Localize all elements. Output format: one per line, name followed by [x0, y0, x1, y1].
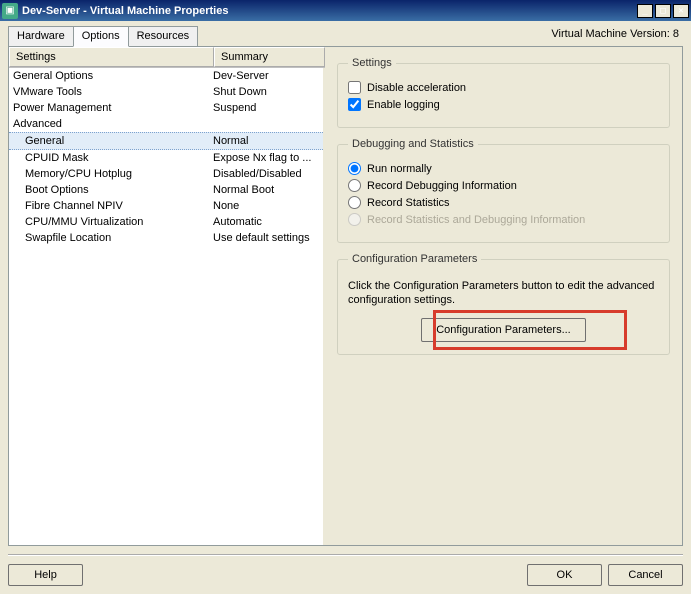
tab-resources[interactable]: Resources	[128, 26, 199, 46]
list-cell-name: General Options	[13, 70, 213, 82]
list-cell-name: VMware Tools	[13, 86, 213, 98]
enable-logging-checkbox[interactable]	[348, 98, 361, 111]
record-stats-label: Record Statistics	[367, 197, 450, 209]
list-cell-summary	[213, 118, 319, 130]
list-row[interactable]: Advanced	[9, 116, 323, 132]
detail-panel: Settings Disable acceleration Enable log…	[325, 47, 682, 545]
list-cell-summary: Shut Down	[213, 86, 319, 98]
window-title: Dev-Server - Virtual Machine Properties	[22, 5, 637, 17]
list-cell-summary: Suspend	[213, 102, 319, 114]
list-row[interactable]: Swapfile LocationUse default settings	[9, 230, 323, 246]
cancel-button[interactable]: Cancel	[608, 564, 683, 586]
list-row[interactable]: CPUID MaskExpose Nx flag to ...	[9, 150, 323, 166]
record-debug-label: Record Debugging Information	[367, 180, 517, 192]
enable-logging-label: Enable logging	[367, 99, 440, 111]
list-cell-name: CPU/MMU Virtualization	[25, 216, 213, 228]
list-cell-name: Fibre Channel NPIV	[25, 200, 213, 212]
list-cell-name: CPUID Mask	[25, 152, 213, 164]
record-both-label: Record Statistics and Debugging Informat…	[367, 214, 585, 226]
settings-legend: Settings	[348, 57, 396, 69]
run-normally-label: Run normally	[367, 163, 432, 175]
list-cell-summary: Normal Boot	[213, 184, 319, 196]
close-button[interactable]: ✕	[673, 4, 689, 18]
config-legend: Configuration Parameters	[348, 253, 481, 265]
record-stats-radio[interactable]	[348, 196, 361, 209]
debugging-legend: Debugging and Statistics	[348, 138, 478, 150]
footer: Help OK Cancel	[8, 554, 683, 586]
ok-button[interactable]: OK	[527, 564, 602, 586]
list-cell-summary: Use default settings	[213, 232, 319, 244]
list-cell-name: Memory/CPU Hotplug	[25, 168, 213, 180]
run-normally-radio[interactable]	[348, 162, 361, 175]
list-row[interactable]: Memory/CPU HotplugDisabled/Disabled	[9, 166, 323, 182]
list-cell-summary: Expose Nx flag to ...	[213, 152, 319, 164]
list-cell-summary: Automatic	[213, 216, 319, 228]
list-cell-name: Boot Options	[25, 184, 213, 196]
list-cell-summary: Disabled/Disabled	[213, 168, 319, 180]
list-cell-summary: None	[213, 200, 319, 212]
list-cell-summary: Normal	[213, 135, 319, 147]
list-cell-name: Advanced	[13, 118, 213, 130]
minimize-button[interactable]: _	[637, 4, 653, 18]
settings-group: Settings Disable acceleration Enable log…	[337, 57, 670, 128]
list-cell-name: General	[25, 135, 213, 147]
list-row[interactable]: Fibre Channel NPIVNone	[9, 198, 323, 214]
list-cell-name: Swapfile Location	[25, 232, 213, 244]
list-row[interactable]: CPU/MMU VirtualizationAutomatic	[9, 214, 323, 230]
list-cell-name: Power Management	[13, 102, 213, 114]
list-row[interactable]: Power ManagementSuspend	[9, 100, 323, 116]
titlebar: ▣ Dev-Server - Virtual Machine Propertie…	[0, 0, 691, 21]
list-cell-summary: Dev-Server	[213, 70, 319, 82]
vm-icon: ▣	[2, 3, 18, 19]
config-description: Click the Configuration Parameters butto…	[348, 279, 659, 308]
debugging-group: Debugging and Statistics Run normally Re…	[337, 138, 670, 243]
list-row[interactable]: Boot OptionsNormal Boot	[9, 182, 323, 198]
maximize-button[interactable]: □	[655, 4, 671, 18]
help-button[interactable]: Help	[8, 564, 83, 586]
config-params-group: Configuration Parameters Click the Confi…	[337, 253, 670, 355]
list-row[interactable]: General OptionsDev-Server	[9, 68, 323, 84]
header-settings[interactable]: Settings	[9, 47, 214, 67]
record-debug-radio[interactable]	[348, 179, 361, 192]
disable-acceleration-checkbox[interactable]	[348, 81, 361, 94]
tab-hardware[interactable]: Hardware	[8, 26, 74, 46]
disable-acceleration-label: Disable acceleration	[367, 82, 466, 94]
list-row[interactable]: VMware ToolsShut Down	[9, 84, 323, 100]
list-header: Settings Summary	[9, 47, 325, 68]
config-params-button[interactable]: Configuration Parameters...	[421, 318, 586, 342]
version-label: Virtual Machine Version: 8	[551, 28, 679, 40]
header-summary[interactable]: Summary	[214, 47, 325, 67]
record-both-radio	[348, 213, 361, 226]
tab-options[interactable]: Options	[73, 26, 129, 47]
list-row[interactable]: GeneralNormal	[9, 132, 323, 150]
settings-list: Settings Summary General OptionsDev-Serv…	[9, 47, 325, 545]
